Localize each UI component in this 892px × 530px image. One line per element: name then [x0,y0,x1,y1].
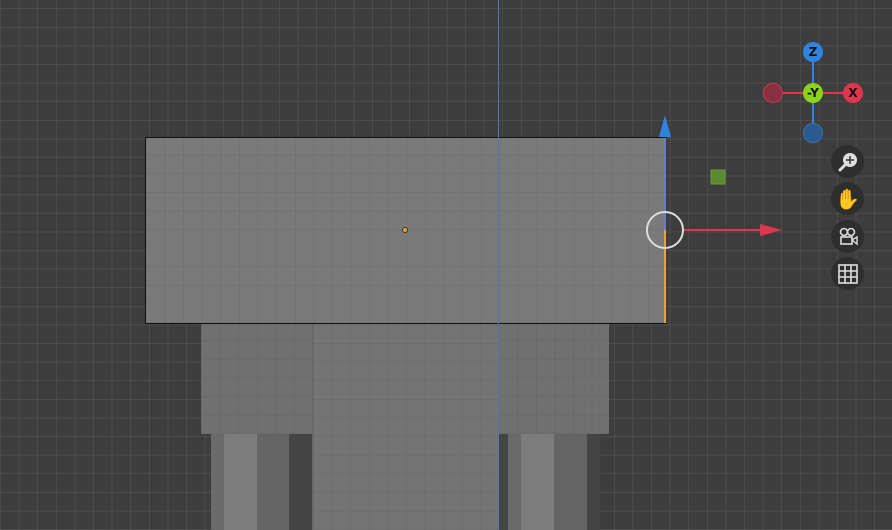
grid-icon [837,263,858,284]
camera-icon [839,227,858,245]
nav-gizmo-x[interactable]: X [843,83,863,103]
transform-gizmo[interactable] [0,0,892,530]
zoom-button[interactable] [831,145,864,178]
nav-gizmo-neg-z[interactable] [803,123,823,143]
nav-gizmo-neg-x[interactable] [763,83,783,103]
nav-gizmo-z[interactable]: Z [803,42,823,62]
free-move-handle[interactable] [646,211,684,249]
nav-gizmo-neg-y[interactable]: -Y [803,83,823,103]
z-arrow-icon[interactable] [659,115,671,137]
hand-icon: ✋ [835,186,860,211]
x-arrow-icon[interactable] [760,224,782,236]
zoom-icon [838,152,857,171]
plane-handle[interactable] [710,169,726,185]
3d-viewport[interactable]: Z X -Y ✋ [0,0,892,530]
camera-view-button[interactable] [831,220,864,253]
ortho-toggle-button[interactable] [831,257,864,290]
pan-button[interactable]: ✋ [831,182,864,215]
